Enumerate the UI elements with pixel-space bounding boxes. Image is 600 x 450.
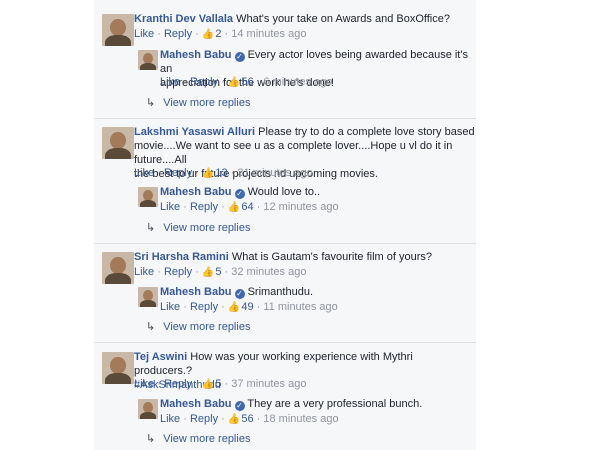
timestamp: 6 minutes ago xyxy=(263,76,333,88)
reply-author[interactable]: Mahesh Babu xyxy=(160,398,232,410)
like-link[interactable]: Like xyxy=(160,201,180,213)
reply-arrow-icon: ↳ xyxy=(146,222,156,234)
like-count[interactable]: 49 xyxy=(241,301,253,313)
timestamp: 37 minutes ago xyxy=(231,378,307,390)
reply-text: They are a very professional bunch. xyxy=(247,398,423,410)
reply-link[interactable]: Reply xyxy=(190,201,218,213)
like-count[interactable]: 64 xyxy=(241,201,253,213)
like-count[interactable]: 5 xyxy=(215,378,221,390)
timestamp: 32 minutes ago xyxy=(231,266,307,278)
thumbs-up-icon: 👍 xyxy=(227,77,241,88)
divider xyxy=(94,342,476,343)
reply-link[interactable]: Reply xyxy=(164,266,192,278)
avatar[interactable] xyxy=(138,50,158,70)
verified-badge-icon: ✓ xyxy=(234,52,245,62)
like-link[interactable]: Like xyxy=(160,413,180,425)
view-more-replies[interactable]: ↳ View more replies xyxy=(146,221,250,235)
avatar[interactable] xyxy=(138,187,158,207)
comment-text: Please try to do a complete love story b… xyxy=(258,126,475,138)
like-link[interactable]: Like xyxy=(160,76,180,88)
avatar[interactable] xyxy=(138,287,158,307)
like-count[interactable]: 5 xyxy=(215,266,221,278)
reply-actions: Like · Reply · 👍64 · 12 minutes ago xyxy=(160,201,339,213)
verified-badge-icon: ✓ xyxy=(234,189,245,199)
timestamp: 14 minutes ago xyxy=(231,28,307,40)
divider xyxy=(94,243,476,244)
like-count[interactable]: 13 xyxy=(215,167,227,179)
like-link[interactable]: Like xyxy=(134,378,154,390)
comment-actions: Like · Reply · 👍5 · 37 minutes ago xyxy=(134,378,307,390)
thumbs-up-icon: 👍 xyxy=(227,302,241,313)
comment-author[interactable]: Tej Aswini xyxy=(134,351,187,363)
verified-badge-icon: ✓ xyxy=(234,289,245,299)
view-more-label: View more replies xyxy=(163,222,251,234)
reply-link[interactable]: Reply xyxy=(164,167,192,179)
like-count[interactable]: 56 xyxy=(241,76,253,88)
comment-actions: Like · Reply · 👍5 · 32 minutes ago xyxy=(134,266,307,278)
view-more-replies[interactable]: ↳ View more replies xyxy=(146,432,250,446)
reply-text: Would love to.. xyxy=(247,186,321,198)
reply-arrow-icon: ↳ xyxy=(146,321,156,333)
comments-panel: Kranthi Dev Vallala What's your take on … xyxy=(94,0,476,450)
like-count[interactable]: 2 xyxy=(215,28,221,40)
comment-text: What's your take on Awards and BoxOffice… xyxy=(236,13,450,25)
comment-author[interactable]: Kranthi Dev Vallala xyxy=(134,13,233,25)
like-link[interactable]: Like xyxy=(134,266,154,278)
thumbs-up-icon: 👍 xyxy=(201,379,215,390)
view-more-replies[interactable]: ↳ View more replies xyxy=(146,320,250,334)
divider xyxy=(94,118,476,119)
like-link[interactable]: Like xyxy=(160,301,180,313)
comment-actions: Like · Reply · 👍13 · 31 minutes ago xyxy=(134,167,313,179)
avatar[interactable] xyxy=(102,127,134,159)
comment-actions: Like · Reply · 👍2 · 14 minutes ago xyxy=(134,28,307,40)
reply-author[interactable]: Mahesh Babu xyxy=(160,49,232,61)
reply-link[interactable]: Reply xyxy=(190,76,218,88)
reply-arrow-icon: ↳ xyxy=(146,97,156,109)
comment-text-cont: movie....We want to see u as a complete … xyxy=(134,140,453,166)
like-link[interactable]: Like xyxy=(134,167,154,179)
timestamp: 11 minutes ago xyxy=(263,301,338,313)
comment-author[interactable]: Lakshmi Yasaswi Alluri xyxy=(134,126,255,138)
reply-author[interactable]: Mahesh Babu xyxy=(160,186,232,198)
verified-badge-icon: ✓ xyxy=(234,401,245,411)
reply-link[interactable]: Reply xyxy=(190,413,218,425)
view-more-label: View more replies xyxy=(163,321,251,333)
thumbs-up-icon: 👍 xyxy=(201,29,215,40)
reply-actions: Like · Reply · 👍56 · 6 minutes ago xyxy=(160,76,333,88)
reply-author[interactable]: Mahesh Babu xyxy=(160,286,232,298)
thumbs-up-icon: 👍 xyxy=(201,168,215,179)
reply-actions: Like · Reply · 👍49 · 11 minutes ago xyxy=(160,301,338,313)
reply-text: Srimanthudu. xyxy=(247,286,314,298)
like-count[interactable]: 56 xyxy=(241,413,253,425)
reply-link[interactable]: Reply xyxy=(164,378,192,390)
thumbs-up-icon: 👍 xyxy=(227,202,241,213)
comment-author[interactable]: Sri Harsha Ramini xyxy=(134,251,229,263)
timestamp: 12 minutes ago xyxy=(263,201,339,213)
timestamp: 18 minutes ago xyxy=(263,413,339,425)
reply-link[interactable]: Reply xyxy=(164,28,192,40)
thumbs-up-icon: 👍 xyxy=(201,267,215,278)
thumbs-up-icon: 👍 xyxy=(227,414,241,425)
timestamp: 31 minutes ago xyxy=(237,167,313,179)
reply-actions: Like · Reply · 👍56 · 18 minutes ago xyxy=(160,413,339,425)
avatar[interactable] xyxy=(102,252,134,284)
reply-arrow-icon: ↳ xyxy=(146,433,156,445)
avatar[interactable] xyxy=(102,352,134,384)
view-more-replies[interactable]: ↳ View more replies xyxy=(146,96,250,110)
comment-text: What is Gautam's favourite film of yours… xyxy=(231,251,432,263)
view-more-label: View more replies xyxy=(163,433,251,445)
avatar[interactable] xyxy=(102,14,134,46)
like-link[interactable]: Like xyxy=(134,28,154,40)
reply-link[interactable]: Reply xyxy=(190,301,218,313)
avatar[interactable] xyxy=(138,399,158,419)
view-more-label: View more replies xyxy=(163,97,251,109)
